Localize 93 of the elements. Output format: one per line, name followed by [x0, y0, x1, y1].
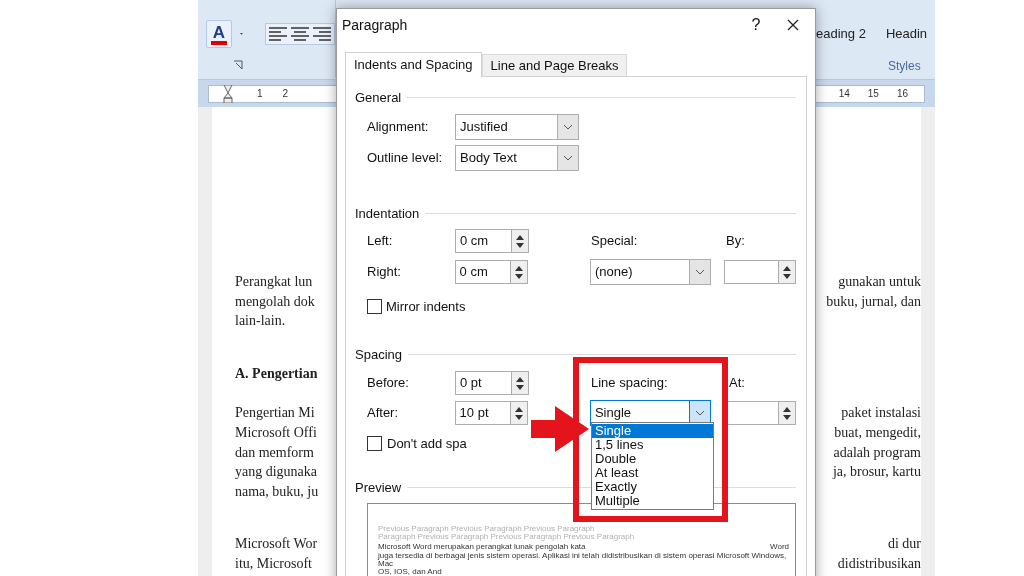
body-text: mengolah dok: [235, 293, 315, 309]
section-title: Preview: [355, 478, 402, 497]
heading-text: A. Pengertian: [235, 365, 318, 381]
body-text: buku, jurnal, dan: [826, 292, 921, 311]
checkbox-label: Mirror indents: [386, 298, 466, 316]
checkbox-label: Don't add spa: [387, 435, 467, 453]
ruler-number: 15: [867, 87, 879, 101]
field-label: Alignment:: [367, 118, 429, 134]
dropdown-option[interactable]: Double: [592, 452, 713, 466]
spin-up-icon: [516, 234, 524, 240]
body-text: gunakan untuk: [838, 273, 921, 291]
spin-up-icon: [515, 406, 524, 412]
preview-text: OS, IOS, dan And: [378, 568, 442, 576]
dropdown[interactable]: Justified: [455, 113, 579, 140]
dropdown[interactable]: (none): [589, 259, 712, 285]
checkbox[interactable]: [367, 299, 382, 315]
body-text: dan memform: [235, 444, 314, 460]
body-text: paket instalasi: [841, 404, 921, 423]
field-label: By:: [726, 232, 745, 251]
chevron-down-icon: [563, 123, 573, 130]
body-text: Perangkat lun: [235, 274, 313, 289]
body-text: Microsoft Offi: [235, 424, 317, 440]
dropdown-option[interactable]: 1,5 lines: [592, 438, 713, 452]
field-label: Line spacing:: [591, 375, 668, 391]
preview-text: Microsoft Word merupakan perangkat lunak pengolah kata: [378, 543, 586, 552]
dropdown-option[interactable]: Single: [592, 424, 713, 438]
section-title: Spacing: [355, 345, 402, 364]
body-text: di dur: [887, 535, 921, 554]
field-label: After:: [367, 405, 399, 421]
chevron-down-icon: [695, 269, 706, 275]
spin-down-icon: [783, 273, 791, 279]
font-color-button[interactable]: A: [206, 20, 232, 48]
field-label: At:: [729, 374, 745, 393]
body-text: nama, buku, ju: [235, 483, 319, 499]
section-title: General: [355, 89, 402, 107]
ruler-number: 1: [257, 87, 263, 101]
ruler-number: 16: [896, 87, 908, 101]
ruler-number: 14: [838, 87, 850, 101]
align-right-icon: [313, 27, 331, 41]
spin-field[interactable]: 10 pt: [454, 401, 529, 425]
body-text: buat, mengedit,: [834, 423, 921, 442]
spin-down-icon: [783, 414, 791, 420]
align-left-icon: [269, 27, 287, 41]
body-text: ja, brosur, kartu: [832, 463, 921, 482]
dropdown-option[interactable]: Multiple: [592, 494, 713, 508]
field-label: Right:: [367, 264, 401, 280]
field-label: Before:: [367, 375, 409, 391]
spin-up-icon: [783, 406, 791, 412]
body-text: itu, Microsoft: [235, 555, 312, 571]
body-text: lain-lain.: [235, 313, 286, 329]
preview-text: Word: [770, 543, 789, 552]
ruler-number: 2: [282, 87, 289, 101]
field-label: Left:: [367, 233, 393, 249]
spin-field[interactable]: [724, 260, 796, 284]
group-label: Styles: [888, 57, 921, 75]
spin-down-icon: [516, 242, 524, 248]
spin-field[interactable]: 0 pt: [455, 371, 529, 395]
chevron-down-icon: [695, 410, 706, 416]
indent-marker-icon: [223, 84, 233, 103]
dropdown[interactable]: Body Text: [455, 144, 579, 171]
dialog-launcher-icon: [233, 60, 243, 70]
body-text: didistribusikan: [837, 554, 921, 573]
dropdown-option[interactable]: At least: [592, 466, 713, 480]
body-text: adalah program: [833, 443, 921, 462]
spin-up-icon: [783, 265, 791, 271]
spin-down-icon: [515, 273, 524, 279]
tab[interactable]: Line and Page Breaks: [481, 54, 628, 76]
section-title: Indentation: [355, 204, 420, 223]
close-icon: [787, 19, 799, 31]
body-text: yang digunaka: [235, 464, 318, 480]
align-center-icon: [291, 27, 309, 41]
preview-text: Paragraph Previous Paragraph Previous Paragraph Previous Paragraph: [378, 533, 636, 542]
body-text: Microsoft Wor: [235, 536, 318, 552]
spin-down-icon: [515, 414, 524, 420]
spin-field[interactable]: 0 cm: [455, 229, 529, 253]
style-name[interactable]: eading 2: [816, 24, 866, 44]
tab[interactable]: Indents and Spacing: [345, 52, 482, 77]
alignment-buttons[interactable]: [265, 23, 335, 45]
spin-field[interactable]: 0 cm: [454, 260, 529, 284]
chevron-down-icon: [563, 154, 573, 161]
dialog-title: Paragraph: [342, 15, 408, 35]
field-label: Special:: [591, 233, 638, 249]
dropdown-option[interactable]: Exactly: [592, 480, 713, 494]
preview-text: Previous Paragraph Previous Paragraph Previous Paragraph: [378, 525, 596, 533]
spin-up-icon: [515, 265, 524, 271]
help-button[interactable]: ?: [741, 13, 771, 37]
style-name[interactable]: Headin: [885, 24, 928, 44]
spin-up-icon: [516, 376, 524, 382]
preview-text: juga tersedia di berbagai jenis sistem operasi. Aplikasi ini telah didistribusikan di sistem operasi Microsoft Windows, Mac: [378, 551, 788, 568]
body-text: Pengertian Mi: [235, 405, 315, 421]
field-label: Outline level:: [367, 149, 443, 165]
checkbox[interactable]: [367, 436, 382, 452]
spin-down-icon: [516, 384, 524, 390]
